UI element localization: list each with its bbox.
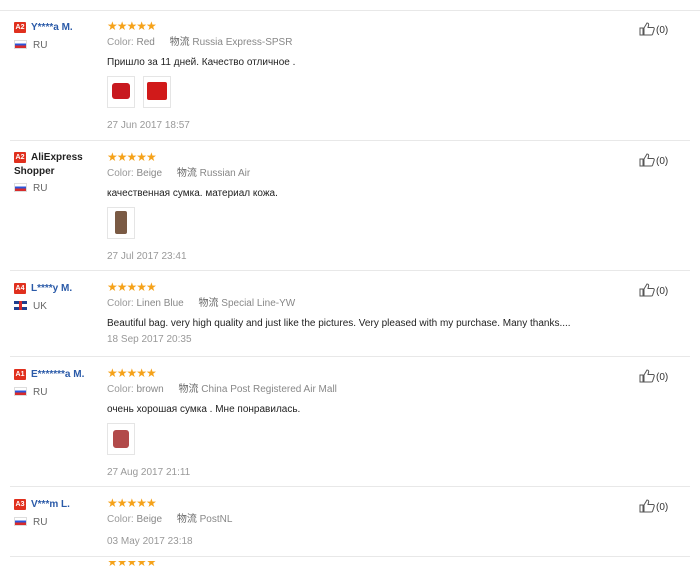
rating-stars: ★★★★★ xyxy=(107,366,157,380)
reviewer-name[interactable]: L****y M. xyxy=(31,283,72,294)
review-divider xyxy=(10,486,690,487)
review-photo-thumbnail[interactable] xyxy=(107,76,135,108)
review-photo-thumbnail[interactable] xyxy=(107,423,135,455)
review-text: очень хорошая сумка . Мне понравилась. xyxy=(107,404,301,415)
thumbs-up-icon xyxy=(639,369,655,383)
reviewer-info: A1 E*******a M. RU xyxy=(14,367,102,399)
color-label: Color: xyxy=(107,384,134,395)
color-value: Red xyxy=(136,37,155,48)
country-code: UK xyxy=(33,301,47,312)
order-info: Color: Beige 物流 PostNL xyxy=(107,514,627,526)
shipping-value: PostNL xyxy=(199,514,233,525)
reviewer-country: RU xyxy=(14,387,102,399)
review-text: качественная сумка. материал кожа. xyxy=(107,188,278,199)
shipping-label: 物流 xyxy=(176,514,197,525)
order-info: Color: Linen Blue 物流 Special Line-YW xyxy=(107,298,627,310)
helpful-count: (0) xyxy=(656,502,669,513)
helpful-button[interactable]: (0) xyxy=(639,369,699,385)
helpful-button[interactable]: (0) xyxy=(639,499,699,515)
reviewer-name[interactable]: V***m L. xyxy=(31,499,70,510)
rating-stars: ★★★★★ xyxy=(107,150,157,164)
top-divider xyxy=(0,10,700,11)
russia-flag-icon xyxy=(14,183,27,192)
russia-flag-icon xyxy=(14,40,27,49)
reviewer-name[interactable]: Y****a M. xyxy=(31,22,73,33)
helpful-count: (0) xyxy=(656,25,669,36)
reviewer-country: RU xyxy=(14,517,102,529)
shipping-label: 物流 xyxy=(178,384,199,395)
rating-stars: ★★★★★ xyxy=(107,280,157,294)
country-code: RU xyxy=(33,40,48,51)
reviewer-info: A4 L****y M. UK xyxy=(14,281,102,313)
shipping-label: 物流 xyxy=(176,168,197,179)
country-code: RU xyxy=(33,517,48,528)
order-info: Color: Red 物流 Russia Express-SPSR xyxy=(107,37,627,49)
shipping-value: China Post Registered Air Mall xyxy=(201,384,337,395)
rating-stars: ★★★★★ xyxy=(107,561,156,568)
reviewer-info: A2 AliExpress Shopper RU xyxy=(14,151,102,195)
thumbs-up-icon xyxy=(639,283,655,297)
country-code: RU xyxy=(33,387,48,398)
color-value: Linen Blue xyxy=(136,298,184,309)
color-label: Color: xyxy=(107,514,134,525)
thumbs-up-icon xyxy=(639,153,655,167)
order-info: Color: brown 物流 China Post Registered Ai… xyxy=(107,384,627,396)
review-photos xyxy=(107,207,627,239)
review-text: Beautiful bag. very high quality and jus… xyxy=(107,318,571,329)
buyer-level-badge: A3 xyxy=(14,499,26,510)
shipping-value: Special Line-YW xyxy=(221,298,296,309)
color-label: Color: xyxy=(107,168,134,179)
review-photo-thumbnail[interactable] xyxy=(143,76,171,108)
reviewer-info: A3 V***m L. RU xyxy=(14,497,102,529)
buyer-level-badge: A2 xyxy=(14,22,26,33)
shipping-value: Russian Air xyxy=(199,168,251,179)
review-photo-thumbnail[interactable] xyxy=(107,207,135,239)
review-divider xyxy=(10,356,690,357)
next-review-stars-partial: ★★★★★ xyxy=(107,561,156,568)
review-text: Пришло за 11 дней. Качество отличное . xyxy=(107,57,296,68)
helpful-button[interactable]: (0) xyxy=(639,153,699,169)
helpful-button[interactable]: (0) xyxy=(639,283,699,299)
buyer-level-badge: A4 xyxy=(14,283,26,294)
review-date: 18 Sep 2017 20:35 xyxy=(107,334,192,345)
shipping-label: 物流 xyxy=(169,37,190,48)
uk-flag-icon xyxy=(14,301,27,310)
review-date: 27 Jul 2017 23:41 xyxy=(107,251,187,262)
color-label: Color: xyxy=(107,298,134,309)
reviewer-country: RU xyxy=(14,40,102,52)
helpful-button[interactable]: (0) xyxy=(639,22,699,38)
color-value: brown xyxy=(136,384,164,395)
helpful-count: (0) xyxy=(656,372,669,383)
buyer-level-badge: A2 xyxy=(14,152,26,163)
review-photos xyxy=(107,76,627,108)
review-date: 27 Jun 2017 18:57 xyxy=(107,120,190,131)
rating-stars: ★★★★★ xyxy=(107,19,157,33)
helpful-count: (0) xyxy=(656,156,669,167)
russia-flag-icon xyxy=(14,387,27,396)
shipping-label: 物流 xyxy=(198,298,219,309)
order-info: Color: Beige 物流 Russian Air xyxy=(107,168,627,180)
color-value: Beige xyxy=(136,514,163,525)
review-date: 27 Aug 2017 21:11 xyxy=(107,467,191,478)
reviewer-name[interactable]: E*******a M. xyxy=(31,369,84,380)
reviewer-country: RU xyxy=(14,183,102,195)
helpful-count: (0) xyxy=(656,286,669,297)
review-divider xyxy=(10,556,690,557)
thumbs-up-icon xyxy=(639,499,655,513)
country-code: RU xyxy=(33,183,48,194)
color-label: Color: xyxy=(107,37,134,48)
reviewer-country: UK xyxy=(14,301,102,313)
review-divider xyxy=(10,270,690,271)
rating-stars: ★★★★★ xyxy=(107,496,157,510)
russia-flag-icon xyxy=(14,517,27,526)
thumbs-up-icon xyxy=(639,22,655,36)
review-date: 03 May 2017 23:18 xyxy=(107,536,193,547)
review-divider xyxy=(10,140,690,141)
review-photos xyxy=(107,423,627,455)
buyer-level-badge: A1 xyxy=(14,369,26,380)
reviewer-info: A2 Y****a M. RU xyxy=(14,20,102,52)
color-value: Beige xyxy=(136,168,163,179)
shipping-value: Russia Express-SPSR xyxy=(192,37,293,48)
